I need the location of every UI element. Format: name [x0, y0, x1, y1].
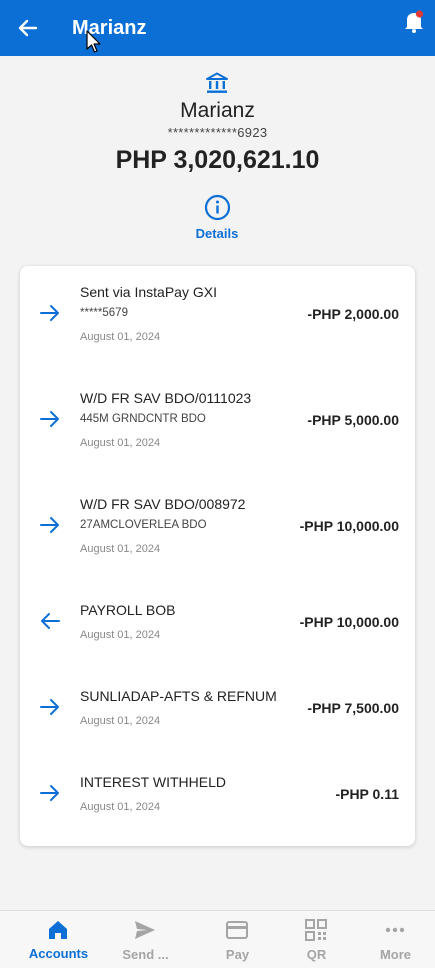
account-balance: PHP 3,020,621.10: [115, 146, 320, 174]
transaction-row[interactable]: PAYROLL BOB August 01, 2024 -PHP 10,000.…: [20, 584, 415, 670]
transaction-title: INTEREST WITHHELD: [80, 774, 226, 790]
notification-badge: [415, 10, 424, 18]
transaction-subtitle: *****5679: [80, 307, 128, 319]
nav-label: Pay: [225, 947, 250, 962]
info-icon: [204, 194, 231, 221]
transaction-date: August 01, 2024: [80, 543, 161, 555]
top-app-bar: Marianz: [0, 0, 435, 56]
arrow-right-icon: [40, 785, 59, 801]
transaction-row[interactable]: W/D FR SAV BDO/008972 27AMCLOVERLEA BDO …: [20, 478, 415, 584]
nav-more[interactable]: More: [352, 911, 435, 968]
arrow-right-icon: [40, 411, 59, 427]
transaction-date: August 01, 2024: [80, 715, 161, 727]
details-label: Details: [195, 226, 239, 241]
transaction-row[interactable]: Sent via InstaPay GXI *****5679 August 0…: [20, 266, 415, 372]
nav-qr[interactable]: QR: [273, 911, 360, 968]
arrow-right-icon: [40, 517, 59, 533]
transaction-title: W/D FR SAV BDO/008972: [80, 496, 246, 512]
mouse-cursor-icon: [86, 30, 101, 53]
card-icon: [226, 921, 248, 939]
transaction-title: Sent via InstaPay GXI: [80, 284, 217, 300]
more-icon: [385, 927, 405, 933]
transaction-amount: -PHP 2,000.00: [307, 306, 399, 322]
notifications-button[interactable]: [403, 8, 425, 34]
nav-label: Send ...: [122, 947, 169, 962]
transaction-amount: -PHP 10,000.00: [299, 518, 399, 534]
transaction-title: SUNLIADAP-AFTS & REFNUM: [80, 688, 277, 704]
transaction-date: August 01, 2024: [80, 629, 161, 641]
transaction-title: PAYROLL BOB: [80, 602, 176, 618]
transaction-amount: -PHP 5,000.00: [307, 412, 399, 428]
transaction-title: W/D FR SAV BDO/0111023: [80, 390, 252, 406]
transaction-subtitle: 445M GRNDCNTR BDO: [80, 413, 206, 425]
transaction-amount: -PHP 10,000.00: [299, 614, 399, 630]
bank-icon: [206, 72, 228, 93]
nav-send[interactable]: Send ...: [102, 911, 189, 968]
home-icon: [49, 921, 67, 939]
transaction-amount: -PHP 0.11: [335, 786, 399, 802]
bottom-navigation: Accounts Send ... Pay QR More: [0, 910, 435, 968]
transaction-date: August 01, 2024: [80, 437, 161, 449]
account-number: *************6923: [167, 125, 268, 140]
arrow-left-icon: [41, 613, 60, 629]
transaction-list: Sent via InstaPay GXI *****5679 August 0…: [20, 266, 415, 846]
nav-label: Accounts: [28, 946, 89, 961]
account-name: Marianz: [180, 99, 255, 122]
transaction-row[interactable]: INTEREST WITHHELD August 01, 2024 -PHP 0…: [20, 756, 415, 842]
transaction-amount: -PHP 7,500.00: [307, 700, 399, 716]
transaction-row[interactable]: SUNLIADAP-AFTS & REFNUM August 01, 2024 …: [20, 670, 415, 756]
arrow-right-icon: [40, 305, 59, 321]
nav-accounts[interactable]: Accounts: [15, 911, 102, 968]
qr-icon: [305, 919, 327, 941]
nav-label: More: [379, 947, 412, 962]
arrow-right-icon: [40, 699, 59, 715]
arrow-left-icon: [18, 19, 38, 37]
transaction-date: August 01, 2024: [80, 331, 161, 343]
transaction-row[interactable]: W/D FR SAV BDO/0111023 445M GRNDCNTR BDO…: [20, 372, 415, 478]
nav-pay[interactable]: Pay: [194, 911, 281, 968]
nav-label: QR: [306, 947, 327, 962]
bell-icon: [405, 10, 424, 33]
transaction-subtitle: 27AMCLOVERLEA BDO: [80, 519, 207, 531]
page-title: Marianz: [72, 17, 147, 39]
details-button[interactable]: Details: [187, 194, 247, 244]
send-icon: [135, 921, 155, 939]
transaction-date: August 01, 2024: [80, 801, 161, 813]
back-button[interactable]: [14, 15, 42, 41]
